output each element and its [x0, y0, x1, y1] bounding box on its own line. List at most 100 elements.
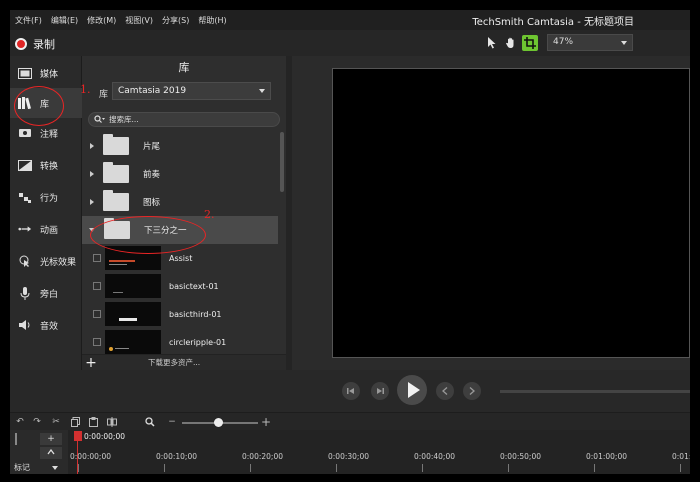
speaker-icon: [18, 319, 32, 331]
step-back-icon[interactable]: [342, 382, 360, 400]
sidebar-item-transitions[interactable]: 转换: [10, 150, 82, 180]
folder-row-icons[interactable]: 图标: [82, 188, 278, 216]
chevron-down-icon[interactable]: [52, 466, 58, 470]
search-icon: [94, 115, 105, 123]
menu-view[interactable]: 视图(V): [121, 15, 157, 26]
timeline-zoom-handle[interactable]: [214, 418, 223, 427]
sidebar-item-label: 媒体: [40, 69, 59, 80]
marker-track-label: 标记: [14, 463, 30, 472]
tick-mark: [508, 464, 509, 472]
folder-icon: [103, 162, 129, 183]
undo-icon[interactable]: ↶: [14, 416, 26, 428]
search-placeholder: 搜索库...: [109, 115, 139, 124]
library-selector[interactable]: Camtasia 2019: [112, 82, 271, 100]
pan-hand-icon[interactable]: [503, 35, 519, 51]
redo-icon[interactable]: ↷: [31, 416, 43, 428]
annotation-number-1: 1.: [80, 83, 91, 96]
asset-type-icon: [93, 338, 101, 346]
asset-row[interactable]: basicthird-01: [82, 300, 278, 328]
zoom-out-icon[interactable]: −: [166, 416, 178, 428]
asset-type-icon: [93, 254, 101, 262]
timeline: + 标记 0:00:00;00 0:00:00;00 0:00:10;00 0:…: [10, 430, 690, 474]
video-canvas[interactable]: [332, 68, 690, 358]
menu-file[interactable]: 文件(F): [11, 15, 46, 26]
asset-label: basictext-01: [169, 281, 219, 291]
tick-mark: [336, 464, 337, 472]
microphone-icon: [18, 286, 32, 300]
time-tick-label: 0:01:10: [672, 452, 690, 461]
time-tick-label: 0:00:50;00: [500, 452, 541, 461]
crop-icon[interactable]: [522, 35, 538, 51]
asset-row[interactable]: circleripple-01: [82, 328, 278, 354]
playhead-handle[interactable]: [74, 431, 82, 441]
asset-thumbnail: [105, 274, 161, 298]
asset-label: Assist: [169, 253, 193, 263]
download-more-assets-link[interactable]: 下载更多资产...: [148, 357, 200, 368]
zoom-in-icon[interactable]: +: [260, 415, 272, 429]
tick-mark: [594, 464, 595, 472]
record-button[interactable]: 录制: [15, 36, 55, 52]
play-button[interactable]: [397, 375, 427, 405]
playback-scrubber[interactable]: [500, 390, 690, 393]
library-panel: 库 库 Camtasia 2019 搜索库... 片尾 前奏 图标 下三分之一 …: [82, 56, 286, 371]
cut-icon[interactable]: ✂: [50, 416, 62, 428]
chevron-right-icon[interactable]: [90, 199, 94, 205]
library-scrollbar[interactable]: [280, 132, 284, 192]
chevron-down-icon: [259, 89, 265, 93]
sidebar-item-label: 动画: [40, 225, 59, 236]
paste-icon[interactable]: [87, 416, 99, 428]
step-forward-icon[interactable]: [371, 382, 389, 400]
sidebar-item-label: 行为: [40, 193, 59, 204]
film-icon: [18, 67, 32, 79]
sidebar-item-cursor-effects[interactable]: 光标效果: [10, 246, 82, 276]
transition-icon: [18, 159, 32, 171]
next-marker-icon[interactable]: [463, 382, 481, 400]
time-tick-label: 0:01:00;00: [586, 452, 627, 461]
chevron-right-icon[interactable]: [90, 171, 94, 177]
annotation-number-2: 2.: [204, 208, 215, 221]
play-icon: [407, 382, 420, 398]
menu-help[interactable]: 帮助(H): [194, 15, 230, 26]
tick-mark: [78, 464, 79, 472]
asset-label: basicthird-01: [169, 309, 222, 319]
sidebar-item-media[interactable]: 媒体: [10, 58, 82, 88]
app-title: TechSmith Camtasia - 无标题项目: [472, 17, 634, 28]
canvas-zoom-select[interactable]: 47%: [547, 34, 633, 51]
folder-row-intros[interactable]: 前奏: [82, 160, 278, 188]
sidebar-item-label: 光标效果: [40, 257, 77, 268]
behavior-icon: [18, 191, 32, 203]
chevron-right-icon[interactable]: [90, 143, 94, 149]
chevron-down-icon: [621, 41, 627, 45]
sidebar-item-audio-effects[interactable]: 音效: [10, 310, 82, 340]
add-asset-button[interactable]: +: [82, 355, 100, 371]
folder-row-outros[interactable]: 片尾: [82, 132, 278, 160]
track-header: + 标记: [10, 430, 68, 474]
sidebar-item-voice-narration[interactable]: 旁白: [10, 278, 82, 308]
asset-type-icon: [93, 282, 101, 290]
previous-marker-icon[interactable]: [436, 382, 454, 400]
library-search-input[interactable]: 搜索库...: [88, 112, 280, 127]
tick-mark: [164, 464, 165, 472]
time-tick-label: 0:00:10;00: [156, 452, 197, 461]
folder-icon: [103, 134, 129, 155]
timeline-ruler[interactable]: 0:00:00;00 0:00:00;00 0:00:10;00 0:00:20…: [68, 430, 690, 474]
split-icon[interactable]: [106, 416, 118, 428]
sidebar-item-animations[interactable]: 动画: [10, 214, 82, 244]
record-toolbar: 录制 47%: [10, 30, 690, 56]
folder-label: 片尾: [143, 142, 161, 152]
tick-mark: [250, 464, 251, 472]
menu-modify[interactable]: 修改(M): [83, 15, 120, 26]
select-pointer-icon[interactable]: [484, 35, 500, 51]
menu-share[interactable]: 分享(S): [158, 15, 193, 26]
zoom-value: 47%: [553, 37, 574, 47]
annotation-circle-library: [14, 86, 64, 126]
add-track-button[interactable]: +: [40, 433, 62, 445]
collapse-tracks-button[interactable]: [40, 447, 62, 459]
asset-type-icon: [93, 310, 101, 318]
copy-icon[interactable]: [69, 416, 81, 428]
playback-controls: [10, 370, 690, 412]
asset-row[interactable]: basictext-01: [82, 272, 278, 300]
folder-icon: [103, 190, 129, 211]
menu-edit[interactable]: 编辑(E): [47, 15, 82, 26]
sidebar-item-behaviors[interactable]: 行为: [10, 182, 82, 212]
